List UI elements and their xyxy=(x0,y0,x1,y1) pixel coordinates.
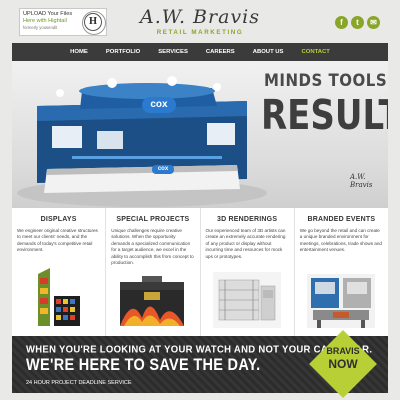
booth-counter-logo: cox xyxy=(152,165,174,174)
logo-name: A.W. Bravis xyxy=(140,6,260,28)
nav-item-home[interactable]: HOME xyxy=(61,43,97,61)
facebook-icon[interactable]: f xyxy=(335,16,348,29)
email-icon[interactable]: ✉ xyxy=(367,16,380,29)
bravis-now-badge-text: BRAVIS NOW xyxy=(319,346,367,371)
column-displays[interactable]: DISPLAYS We engineer original creative s… xyxy=(12,208,107,336)
main-nav: HOME PORTFOLIO SERVICES CAREERS ABOUT US… xyxy=(12,43,388,61)
column-3d-renderings[interactable]: 3D RENDERINGS Our experienced team of 3D… xyxy=(201,208,295,336)
nav-item-portfolio[interactable]: PORTFOLIO xyxy=(97,43,149,61)
column-body: Unique challenges require creative solut… xyxy=(111,228,194,266)
column-branded-events[interactable]: BRANDED EVENTS We go beyond the retail a… xyxy=(295,208,388,336)
flame-toolbox-image xyxy=(120,276,185,326)
3d-rendering-image xyxy=(212,272,281,328)
column-title: BRANDED EVENTS xyxy=(307,216,376,223)
banner-line-2: WE'RE HERE TO SAVE THE DAY. xyxy=(26,356,261,375)
nav-item-about-us[interactable]: ABOUT US xyxy=(244,43,293,61)
banner-line-3: 24 HOUR PROJECT DEADLINE SERVICE xyxy=(26,380,132,386)
upload-files-widget[interactable]: UPLOAD Your Files Here with Hightail for… xyxy=(19,8,107,36)
column-title: 3D RENDERINGS xyxy=(217,216,278,223)
hero-heading-large: RESULTS xyxy=(261,92,388,140)
social-links: f t ✉ xyxy=(335,16,380,29)
hightail-logo-icon: H xyxy=(82,11,106,35)
column-title: SPECIAL PROJECTS xyxy=(116,216,190,223)
booth-logo: cox xyxy=(142,97,176,113)
column-body: We engineer original creative structures… xyxy=(17,228,98,253)
column-title: DISPLAYS xyxy=(40,216,77,223)
logo-tagline: RETAIL MARKETING xyxy=(156,29,244,36)
badge-line-2: NOW xyxy=(328,357,358,371)
hero-signature: A.W. Bravis xyxy=(350,173,373,189)
twitter-icon[interactable]: t xyxy=(351,16,364,29)
nav-item-contact[interactable]: CONTACT xyxy=(292,43,338,61)
nav-item-careers[interactable]: CAREERS xyxy=(197,43,244,61)
hero-banner: cox cox MINDS TOOLS RESULTS A.W. Bravis xyxy=(12,61,388,208)
column-body: Our experienced team of 3D artists can c… xyxy=(205,228,286,259)
site-logo[interactable]: A.W. Bravis RETAIL MARKETING xyxy=(130,6,270,42)
event-booth-image xyxy=(306,274,375,328)
nav-item-services[interactable]: SERVICES xyxy=(149,43,197,61)
display-rack-image xyxy=(38,268,80,326)
services-columns: DISPLAYS We engineer original creative s… xyxy=(12,208,388,336)
badge-line-1: BRAVIS xyxy=(326,346,360,356)
column-body: We go beyond the retail and can create a… xyxy=(299,228,382,253)
hero-heading-small: MINDS TOOLS xyxy=(264,69,388,91)
deadline-banner[interactable]: WHEN YOU'RE LOOKING AT YOUR WATCH AND NO… xyxy=(12,330,388,398)
column-special-projects[interactable]: SPECIAL PROJECTS Unique challenges requi… xyxy=(106,208,201,336)
